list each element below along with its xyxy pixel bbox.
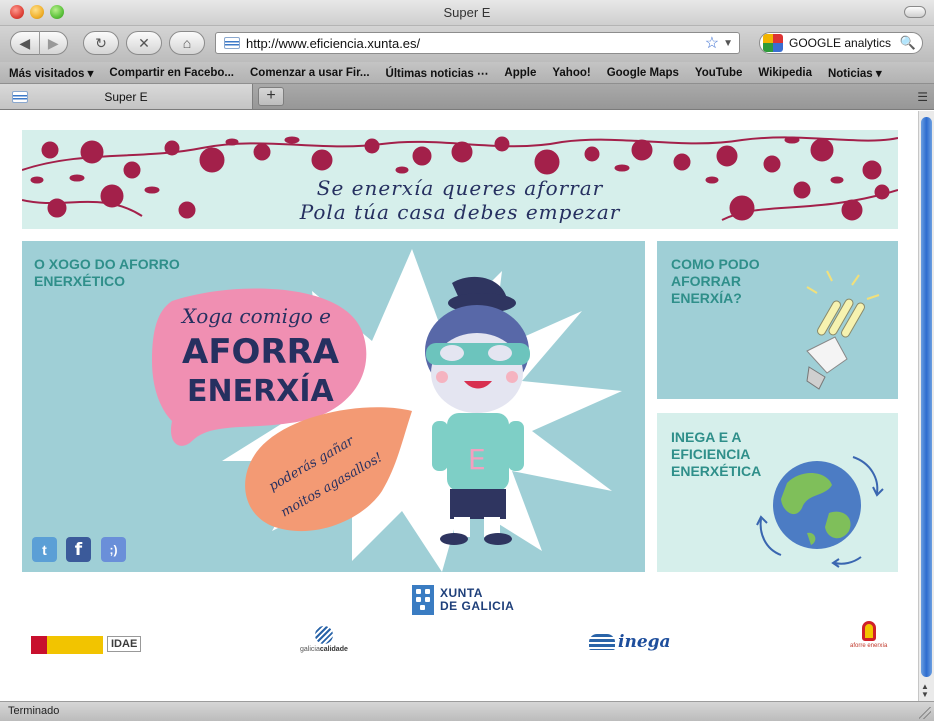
resize-handle-icon[interactable] [919,707,931,719]
inega-panel[interactable]: INEGA E A EFICIENCIA ENERXÉTICA [657,413,898,572]
tab-super-e[interactable]: Super E [0,84,253,109]
galicia-calidade-logo[interactable]: galiciacalidade [300,626,348,653]
search-input[interactable]: GOOGLE analytics [783,36,900,50]
back-arrow-icon[interactable]: ◀ [11,35,39,52]
flower-banner: Se enerxía queres aforrar Pola túa casa … [22,130,898,229]
search-bar[interactable]: GOOGLE analytics 🔍 [759,32,923,54]
xunta-text: XUNTA DE GALICIA [440,587,514,613]
twitter-button[interactable]: t [32,537,57,562]
banner-slogan-line2: Pola túa casa debes empezar [299,200,621,224]
banner-slogan-line1: Se enerxía queres aforrar [316,176,604,200]
ministry-logo[interactable] [31,636,103,654]
new-tab-button[interactable]: + [258,87,284,106]
scrollbar-thumb[interactable] [921,117,932,677]
tab-list-icon[interactable]: ☰ [917,90,928,104]
game-title-line1: O XOGO DO AFORRO [34,256,180,272]
status-text: Terminado [8,705,60,717]
inega-title-line3: ENERXÉTICA [671,463,762,479]
tab-label: Super E [104,89,148,104]
bookmark-comenzar-firefox[interactable]: Comenzar a usar Fir... [242,67,378,79]
bubble-text-big1: AFORRA [182,332,340,372]
status-bar: Terminado [0,701,934,721]
reload-button[interactable]: ↻ [83,31,119,55]
inega-title-line2: EFICIENCIA [671,446,751,462]
energy-saving-panel[interactable]: COMO PODO AFORRAR ENERXÍA? [657,241,898,399]
game-panel[interactable]: Xoga comigo e AFORRA ENERXÍA poderás gañ… [22,241,645,572]
forward-arrow-icon[interactable]: ▶ [39,35,67,52]
bookmark-yahoo[interactable]: Yahoo! [544,67,598,79]
window-title: Super E [443,5,491,20]
game-panel-title[interactable]: O XOGO DO AFORRO ENERXÉTICO [34,256,180,290]
game-illustration: Xoga comigo e AFORRA ENERXÍA poderás gañ… [152,249,622,572]
game-title-line2: ENERXÉTICO [34,273,126,289]
scroll-arrows-icon[interactable]: ▲ ▼ [921,683,929,699]
energy-panel-title[interactable]: COMO PODO AFORRAR ENERXÍA? [671,256,760,307]
aforre-enerxia-logo[interactable]: aforre enerxía [850,621,887,649]
xunta-line2: DE GALICIA [440,599,515,613]
window-titlebar: Super E [0,0,934,26]
galicia-calidade-text-b: calidade [319,646,348,653]
aforre-enerxia-text: aforre enerxía [850,643,888,649]
bookmark-youtube[interactable]: YouTube [687,67,750,79]
stop-button[interactable]: ✕ [126,31,162,55]
bubble-text-big2: ENERXÍA [187,373,334,409]
bubble-text-small: Xoga comigo e [180,304,331,328]
home-icon: ⌂ [182,35,192,51]
inega-title-line1: INEGA E A [671,429,742,445]
bookmarks-bar: Más visitados ▾ Compartir en Facebo... C… [0,62,934,84]
url-input[interactable]: http://www.eficiencia.xunta.es/ [246,36,705,51]
close-icon: ✕ [138,34,150,51]
bookmark-ultimas-noticias[interactable]: Últimas noticias ⋯ [378,66,497,80]
galicia-calidade-icon [314,626,333,644]
search-icon[interactable]: 🔍 [900,35,916,51]
shirt-letter: E [468,443,486,476]
inega-logo-text: inega [618,632,671,652]
page-viewport: Se enerxía queres aforrar Pola túa casa … [0,111,918,701]
address-bar[interactable]: http://www.eficiencia.xunta.es/ ☆ ▼ [215,32,740,54]
tuenti-button[interactable]: ;) [101,537,126,562]
vertical-scrollbar[interactable]: ▲ ▼ [918,111,934,701]
lightbulb-icon [806,270,880,390]
bookmark-star-icon[interactable]: ☆ [705,33,719,53]
globe-icon [773,461,861,549]
idae-logo[interactable]: IDAE [107,636,142,652]
back-forward-buttons: ◀ ▶ [10,31,68,55]
bookmark-apple[interactable]: Apple [496,67,544,79]
bookmark-wikipedia[interactable]: Wikipedia [750,67,820,79]
inega-panel-title[interactable]: INEGA E A EFICIENCIA ENERXÉTICA [671,429,761,480]
bookmark-mas-visitados[interactable]: Más visitados ▾ [0,66,101,80]
bookmark-google-maps[interactable]: Google Maps [599,67,687,79]
toolbar-toggle-button[interactable] [904,6,926,18]
xunta-logo[interactable]: XUNTA DE GALICIA [412,585,514,615]
tab-bar: Super E + ☰ [0,84,934,110]
google-icon[interactable] [763,34,783,52]
xunta-emblem-icon [412,585,434,615]
navigation-toolbar: ◀ ▶ ↻ ✕ ⌂ http://www.eficiencia.xunta.es… [0,26,934,62]
home-button[interactable]: ⌂ [169,31,205,55]
inega-waves-icon [589,634,615,650]
site-favicon-icon [224,37,240,49]
chevron-down-icon[interactable]: ▼ [723,38,733,49]
energy-title-line2: AFORRAR [671,273,741,289]
reload-icon: ↻ [95,34,107,51]
facebook-button[interactable]: f [66,537,91,562]
hand-pointer-icon [861,621,876,641]
bookmark-compartir-facebook[interactable]: Compartir en Facebo... [101,67,242,79]
energy-title-line3: ENERXÍA? [671,290,742,306]
energy-title-line1: COMO PODO [671,256,760,272]
bookmark-noticias[interactable]: Noticias ▾ [820,66,890,80]
inega-logo[interactable]: inega [589,632,671,652]
galicia-calidade-text-a: galicia [300,646,320,653]
